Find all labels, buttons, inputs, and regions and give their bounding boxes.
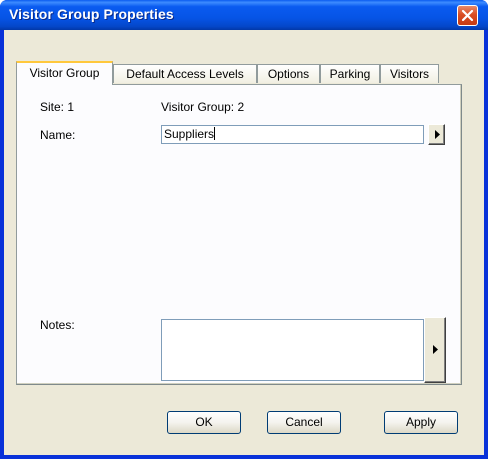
tab-visitor-group[interactable]: Visitor Group	[16, 61, 113, 85]
window-title: Visitor Group Properties	[9, 6, 174, 22]
name-label: Name:	[40, 128, 76, 142]
visitor-group-label: Visitor Group: 2	[161, 100, 245, 114]
tab-parking[interactable]: Parking	[320, 64, 380, 83]
close-icon	[461, 9, 474, 22]
arrow-right-icon	[435, 130, 440, 139]
notes-label: Notes:	[40, 318, 75, 332]
dialog-body: Visitor Group Default Access Levels Opti…	[4, 30, 484, 455]
ok-button[interactable]: OK	[167, 411, 241, 434]
tab-options[interactable]: Options	[257, 64, 320, 83]
apply-button[interactable]: Apply	[384, 411, 458, 434]
site-label: Site: 1	[40, 100, 75, 114]
close-button[interactable]	[457, 5, 478, 26]
dialog-window: Visitor Group Properties Visitor Group D…	[0, 0, 488, 459]
cancel-button[interactable]: Cancel	[267, 411, 341, 434]
tab-strip: Visitor Group Default Access Levels Opti…	[16, 61, 462, 85]
name-value: Suppliers	[164, 127, 215, 141]
title-bar[interactable]: Visitor Group Properties	[0, 0, 488, 30]
tab-default-access-levels[interactable]: Default Access Levels	[113, 64, 257, 83]
name-menu-button[interactable]	[428, 124, 445, 145]
arrow-right-icon	[433, 345, 438, 354]
name-field[interactable]: Suppliers	[161, 125, 424, 144]
tab-visitors[interactable]: Visitors	[380, 64, 439, 83]
notes-field[interactable]	[161, 319, 424, 381]
text-caret	[214, 127, 216, 140]
notes-menu-button[interactable]	[424, 317, 446, 383]
tab-panel: Site: 1 Visitor Group: 2 Name: Suppliers…	[16, 84, 462, 385]
